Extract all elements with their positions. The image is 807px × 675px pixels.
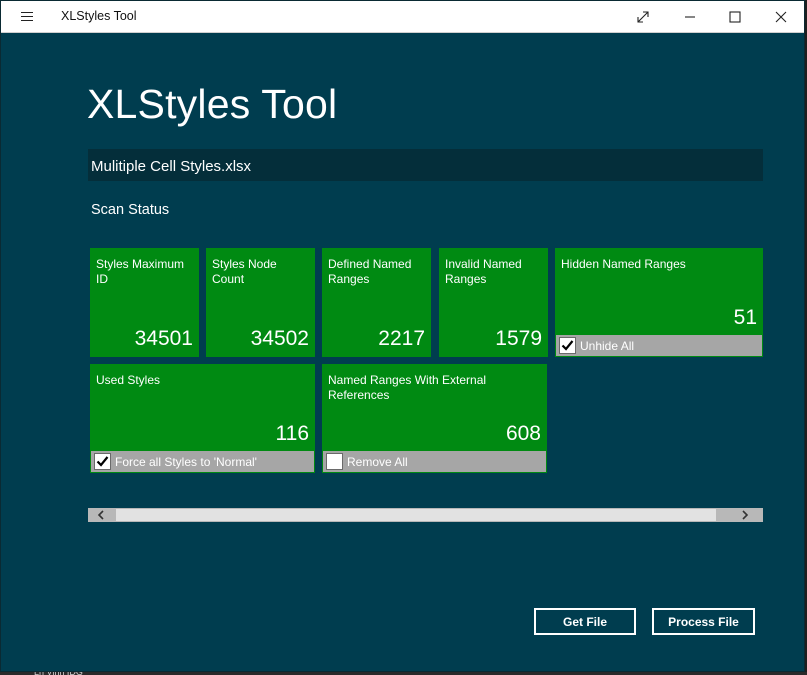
tile-value: 34502: [250, 327, 309, 350]
minimize-button[interactable]: [667, 1, 713, 33]
tile-footer: Force all Styles to 'Normal': [90, 451, 315, 473]
checkmark-icon: [561, 340, 574, 351]
tile-value: 34501: [134, 327, 193, 350]
tile-styles-node-count[interactable]: Styles Node Count 34502: [206, 248, 315, 357]
file-name-field: Mulitiple Cell Styles.xlsx: [88, 149, 763, 181]
tile-value: 2217: [378, 327, 425, 350]
scan-status-label: Scan Status: [91, 202, 170, 218]
title-bar: XLStyles Tool: [1, 1, 804, 33]
tile-invalid-named-ranges[interactable]: Invalid Named Ranges 1579: [439, 248, 548, 357]
process-file-button[interactable]: Process File: [652, 608, 755, 635]
hamburger-icon[interactable]: [15, 10, 39, 24]
remove-all-label: Remove All: [347, 455, 408, 469]
scrollbar-thumb[interactable]: [116, 509, 716, 521]
close-button[interactable]: [758, 1, 804, 33]
maximize-button[interactable]: [712, 1, 758, 33]
close-icon: [775, 11, 787, 23]
force-normal-checkbox[interactable]: [94, 453, 111, 470]
force-normal-label: Force all Styles to 'Normal': [115, 455, 257, 469]
chevron-right-icon: [742, 510, 749, 520]
maximize-icon: [729, 11, 741, 23]
tile-label: Named Ranges With External References: [328, 373, 487, 402]
tile-value: 51: [733, 306, 757, 329]
app-window: XLStyles Tool XLStyles Tool Mulitiple Ce…: [0, 0, 805, 672]
chevron-left-icon: [97, 510, 104, 520]
tile-used-styles[interactable]: Used Styles 116 Force all Styles to 'Nor…: [90, 364, 315, 473]
checkmark-icon: [96, 456, 109, 467]
tile-label: Hidden Named Ranges: [561, 257, 686, 271]
get-file-button[interactable]: Get File: [534, 608, 636, 635]
expand-icon: [637, 11, 649, 23]
app-title: XLStyles Tool: [87, 81, 338, 127]
minimize-icon: [685, 16, 695, 18]
tile-footer: Unhide All: [555, 335, 763, 357]
scroll-left-button[interactable]: [94, 509, 108, 521]
tile-styles-maximum-id[interactable]: Styles Maximum ID 34501: [90, 248, 199, 357]
tile-value: 608: [505, 422, 541, 445]
tile-defined-named-ranges[interactable]: Defined Named Ranges 2217: [322, 248, 431, 357]
horizontal-scrollbar[interactable]: [88, 508, 763, 522]
tile-value: 1579: [495, 327, 542, 350]
tile-label: Defined Named Ranges: [328, 257, 412, 286]
expand-button[interactable]: [620, 1, 666, 33]
tile-label: Styles Maximum ID: [96, 257, 185, 286]
tile-label: Used Styles: [96, 373, 161, 387]
remove-all-checkbox[interactable]: [326, 453, 343, 470]
tile-label: Invalid Named Ranges: [445, 257, 522, 286]
tile-named-ranges-external[interactable]: Named Ranges With External References 60…: [322, 364, 547, 473]
tile-footer: Remove All: [322, 451, 547, 473]
unhide-all-label: Unhide All: [580, 339, 635, 353]
unhide-all-checkbox[interactable]: [559, 337, 576, 354]
scroll-right-button[interactable]: [738, 509, 752, 521]
tile-label: Styles Node Count: [212, 257, 277, 286]
tile-hidden-named-ranges[interactable]: Hidden Named Ranges 51 Unhide All: [555, 248, 763, 357]
window-title: XLStyles Tool: [61, 9, 137, 23]
tile-value: 116: [275, 422, 309, 445]
